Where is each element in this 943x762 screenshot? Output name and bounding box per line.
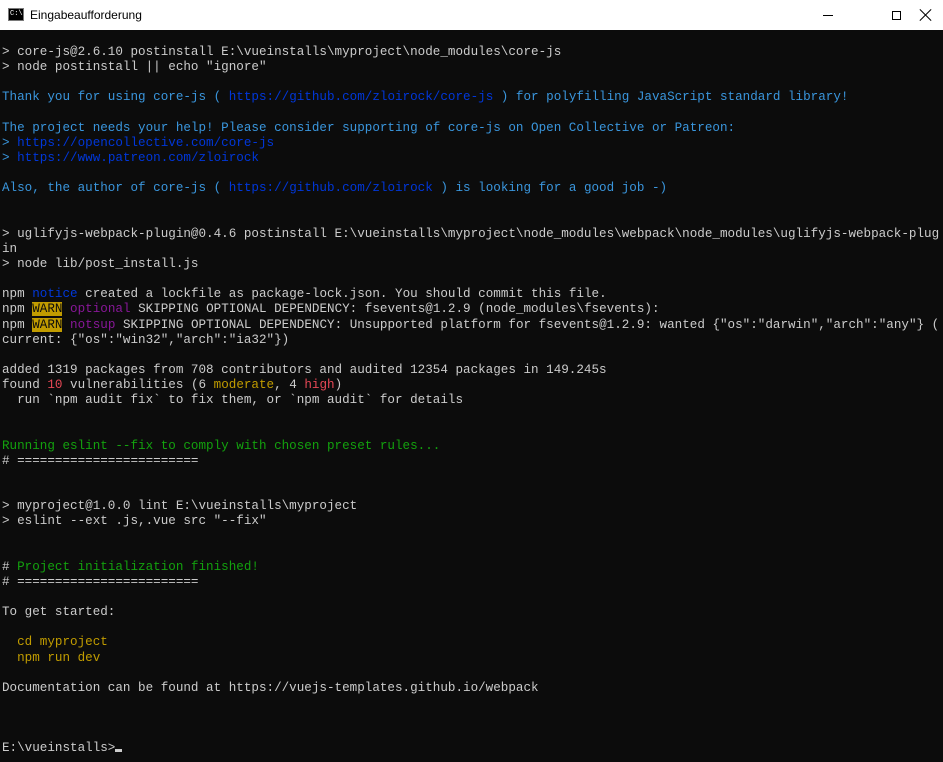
console-line: Thank you for using core-js ( https://gi… <box>2 90 943 105</box>
console-line: > myproject@1.0.0 lint E:\vueinstalls\my… <box>2 499 358 514</box>
console-output[interactable]: > core-js@2.6.10 postinstall E:\vueinsta… <box>2 45 943 762</box>
console-text: Also, the author of core-js ( <box>2 181 229 196</box>
npm-prefix: npm <box>2 287 25 302</box>
zloirock-link[interactable]: https://github.com/zloirock <box>229 181 433 195</box>
console-line: > node lib/post_install.js <box>2 256 199 271</box>
console-line: in <box>2 241 18 256</box>
console-line: cd myproject <box>2 635 108 650</box>
console-text: > <box>2 135 18 150</box>
console-line: > eslint --ext .js,.vue src "--fix" <box>2 514 267 529</box>
core-js-link[interactable]: https://github.com/zloirock/core-js <box>229 90 494 104</box>
console-text: found <box>2 378 48 393</box>
high-label: high <box>304 378 335 393</box>
console-text: ) for polyfilling JavaScript standard li… <box>493 90 849 105</box>
notice-label: notice <box>32 287 78 302</box>
npm-prefix: npm <box>2 317 25 332</box>
console-text: ) is looking for a good job -) <box>432 181 668 196</box>
terminal-icon[interactable]: C:\ <box>8 8 24 21</box>
optional-label: optional <box>70 302 131 317</box>
minimize-button[interactable] <box>805 0 851 30</box>
console-line: npm WARN optional SKIPPING OPTIONAL DEPE… <box>2 302 943 317</box>
npm-prefix: npm <box>2 302 25 317</box>
opencollective-link[interactable]: https://opencollective.com/core-js <box>17 136 274 150</box>
console-line: > node postinstall || echo "ignore" <box>2 60 267 75</box>
warn-badge: WARN <box>32 317 63 332</box>
console-text: Thank you for using core-js ( <box>2 90 229 105</box>
console-line: npm notice created a lockfile as package… <box>2 287 943 302</box>
console-line: Running eslint --fix to comply with chos… <box>2 438 441 453</box>
minimize-icon <box>823 14 833 16</box>
console-line: > https://opencollective.com/core-js <box>2 136 943 151</box>
console-text: , 4 <box>274 378 305 393</box>
console-line: added 1319 packages from 708 contributor… <box>2 362 607 377</box>
patreon-link[interactable]: https://www.patreon.com/zloirock <box>17 151 259 165</box>
console-line: > https://www.patreon.com/zloirock <box>2 151 943 166</box>
console-text: SKIPPING OPTIONAL DEPENDENCY: Unsupporte… <box>115 317 940 332</box>
maximize-icon <box>891 10 901 20</box>
console-line: Also, the author of core-js ( https://gi… <box>2 181 943 196</box>
console-line: The project needs your help! Please cons… <box>2 120 736 135</box>
console-line: > core-js@2.6.10 postinstall E:\vueinsta… <box>2 45 562 59</box>
close-icon <box>919 8 933 22</box>
init-finished-text: Project initialization finished! <box>17 559 259 574</box>
console-text: SKIPPING OPTIONAL DEPENDENCY: fsevents@1… <box>130 302 660 317</box>
console-line: Documentation can be found at https://vu… <box>2 680 539 695</box>
console-text: # <box>2 559 18 574</box>
console-line: found 10 vulnerabilities (6 moderate, 4 … <box>2 378 943 393</box>
console-line: npm run dev <box>2 650 101 665</box>
console-line: run `npm audit fix` to fix them, or `npm… <box>2 393 464 408</box>
console-text: vulnerabilities (6 <box>62 378 214 393</box>
maximize-button[interactable] <box>873 0 919 30</box>
console-line: current: {"os":"win32","arch":"ia32"}) <box>2 332 290 347</box>
text-cursor <box>115 749 123 753</box>
console-line: # Project initialization finished! <box>2 560 943 575</box>
console-line: To get started: <box>2 605 116 620</box>
console-text: ) <box>334 378 343 393</box>
prompt-path: E:\vueinstalls> <box>2 741 116 756</box>
command-prompt[interactable]: E:\vueinstalls> <box>2 741 943 756</box>
title-bar[interactable]: C:\ Eingabeaufforderung <box>0 0 943 30</box>
warn-badge: WARN <box>32 302 63 317</box>
close-button[interactable] <box>919 0 943 30</box>
console-line: > uglifyjs-webpack-plugin@0.4.6 postinst… <box>2 226 940 241</box>
console-text: created a lockfile as package-lock.json.… <box>77 287 607 302</box>
vulnerability-count: 10 <box>47 378 63 393</box>
notsup-label: notsup <box>70 317 116 332</box>
console-text: > <box>2 150 18 165</box>
moderate-label: moderate <box>213 378 275 393</box>
console-line: npm WARN notsup SKIPPING OPTIONAL DEPEND… <box>2 317 943 333</box>
console-line: # ======================== <box>2 453 199 468</box>
console-line: # ======================== <box>2 574 199 589</box>
window-title: Eingabeaufforderung <box>30 8 142 22</box>
